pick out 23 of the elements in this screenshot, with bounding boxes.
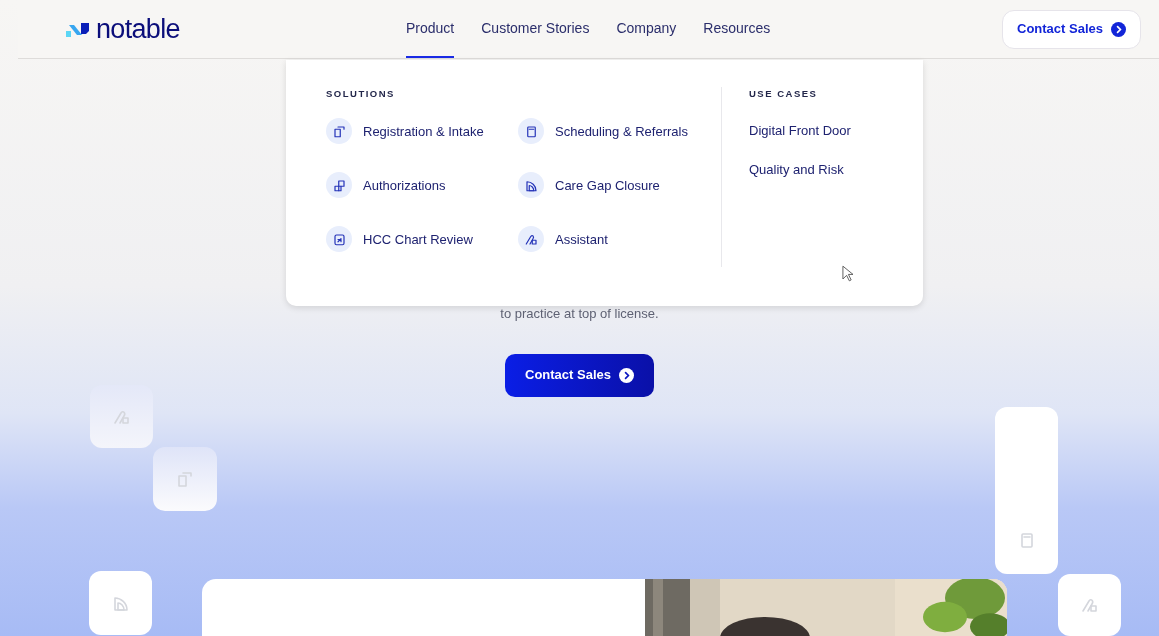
chevron-right-icon	[619, 367, 634, 383]
logo-mark-icon	[66, 21, 92, 37]
menu-item[interactable]: Quality and Risk	[749, 159, 851, 180]
menu-item[interactable]: Digital Front Door	[749, 121, 851, 141]
nav-link[interactable]: Resources	[703, 0, 771, 58]
menu-item[interactable]: Assistant	[518, 226, 718, 253]
cursor-icon	[842, 265, 853, 282]
contact-sales-button[interactable]: Contact Sales	[1002, 9, 1141, 49]
registration-icon	[175, 469, 195, 489]
contact-sales-button[interactable]: Contact Sales	[505, 353, 654, 397]
chevron-right-icon	[1111, 21, 1126, 37]
menu-item[interactable]: Scheduling & Referrals	[518, 118, 718, 145]
hero-text: to practice at top of license.	[500, 305, 659, 323]
section-heading: SOLUTIONS	[326, 87, 396, 101]
section-heading: USE CASES	[749, 87, 819, 101]
nav-link[interactable]: Product	[406, 0, 455, 58]
nav-link[interactable]: Customer Stories	[481, 0, 590, 58]
menu-item[interactable]: Authorizations	[326, 172, 518, 199]
menu-item[interactable]: HCC Chart Review	[326, 226, 518, 253]
nav-link[interactable]: Company	[616, 0, 677, 58]
logo[interactable]: notable	[66, 15, 406, 43]
menu-item[interactable]: Registration & Intake	[326, 118, 518, 145]
menu-item[interactable]: Care Gap Closure	[518, 172, 718, 199]
